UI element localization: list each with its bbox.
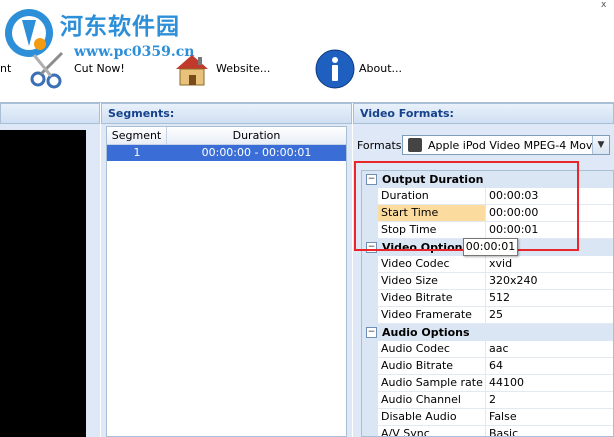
category-audio-options[interactable]: − Audio Options	[362, 324, 613, 341]
property-value[interactable]: 00:00:03	[486, 188, 613, 205]
property-name: Audio Bitrate	[378, 358, 486, 375]
collapse-toggle-icon[interactable]: −	[366, 242, 377, 253]
property-value[interactable]: aac	[486, 341, 613, 358]
segment-number: 1	[133, 146, 141, 159]
category-label: Audio Options	[382, 326, 470, 339]
property-name: Audio Channel	[378, 392, 486, 409]
info-icon	[315, 49, 355, 89]
property-row-video-codec[interactable]: Video Codec xvid	[362, 256, 613, 273]
property-row-audio-bitrate[interactable]: Audio Bitrate 64	[362, 358, 613, 375]
scissors-icon	[30, 51, 64, 89]
website-label[interactable]: Website...	[216, 62, 270, 75]
property-name: Duration	[378, 188, 486, 205]
row-gutter	[362, 205, 378, 222]
property-row-video-framerate[interactable]: Video Framerate 25	[362, 307, 613, 324]
property-value[interactable]: 00:00:00	[486, 205, 613, 222]
property-row-audio-codec[interactable]: Audio Codec aac	[362, 341, 613, 358]
toolbar-partial-button-label[interactable]: nt	[0, 62, 11, 75]
row-gutter	[362, 426, 378, 436]
row-gutter	[362, 256, 378, 273]
collapse-toggle-icon[interactable]: −	[366, 327, 377, 338]
segments-header: Segments:	[101, 103, 352, 124]
cut-now-button[interactable]	[28, 44, 70, 94]
column-header-segment[interactable]: Segment	[107, 127, 167, 144]
tooltip: 00:00:01	[463, 238, 518, 256]
about-label[interactable]: About...	[359, 62, 402, 75]
category-label: Video Options	[382, 241, 470, 254]
row-gutter	[362, 290, 378, 307]
video-formats-header: Video Formats:	[353, 103, 614, 124]
property-name: Video Bitrate	[378, 290, 486, 307]
property-name: Disable Audio	[378, 409, 486, 426]
property-value[interactable]: False	[486, 409, 613, 426]
property-value[interactable]: 320x240	[486, 273, 613, 290]
row-gutter	[362, 273, 378, 290]
segment-duration: 00:00:00 - 00:00:01	[201, 146, 312, 159]
category-label: Output Duration	[382, 173, 484, 186]
property-name: Video Codec	[378, 256, 486, 273]
chevron-down-icon[interactable]: ▼	[592, 136, 609, 154]
segments-table[interactable]: Segment Duration 1 00:00:00 - 00:00:01	[106, 126, 347, 437]
property-row-duration[interactable]: Duration 00:00:03	[362, 188, 613, 205]
property-row-start-time[interactable]: Start Time 00:00:00	[362, 205, 613, 222]
row-gutter	[362, 307, 378, 324]
property-value[interactable]: 512	[486, 290, 613, 307]
property-value[interactable]: 2	[486, 392, 613, 409]
formats-selected-value: Apple iPod Video MPEG-4 Movie (	[428, 138, 592, 152]
property-row-av-sync[interactable]: A/V Sync Basic	[362, 426, 613, 436]
row-gutter	[362, 392, 378, 409]
property-value[interactable]: Basic	[486, 426, 613, 436]
property-value[interactable]: 44100	[486, 375, 613, 392]
property-name: Video Framerate	[378, 307, 486, 324]
property-value[interactable]: xvid	[486, 256, 613, 273]
property-name: Stop Time	[378, 222, 486, 239]
video-preview	[0, 130, 86, 437]
row-gutter	[362, 188, 378, 205]
property-name: Audio Sample rate	[378, 375, 486, 392]
close-icon[interactable]: x	[601, 0, 606, 10]
property-value[interactable]: 00:00:01	[486, 222, 613, 239]
collapse-toggle-icon[interactable]: −	[366, 174, 377, 185]
property-row-video-bitrate[interactable]: Video Bitrate 512	[362, 290, 613, 307]
property-value[interactable]: 64	[486, 358, 613, 375]
row-gutter	[362, 222, 378, 239]
segments-table-header: Segment Duration	[107, 127, 346, 145]
row-gutter	[362, 375, 378, 392]
property-name: Audio Codec	[378, 341, 486, 358]
row-gutter	[362, 409, 378, 426]
row-gutter	[362, 341, 378, 358]
row-gutter	[362, 358, 378, 375]
property-row-audio-sample-rate[interactable]: Audio Sample rate 44100	[362, 375, 613, 392]
property-row-audio-channel[interactable]: Audio Channel 2	[362, 392, 613, 409]
property-name: A/V Sync	[378, 426, 486, 436]
ipod-icon	[408, 138, 422, 152]
watermark-title: 河东软件园	[60, 14, 180, 40]
property-name: Video Size	[378, 273, 486, 290]
property-name: Start Time	[378, 205, 486, 222]
property-row-video-size[interactable]: Video Size 320x240	[362, 273, 613, 290]
property-row-disable-audio[interactable]: Disable Audio False	[362, 409, 613, 426]
category-output-duration[interactable]: − Output Duration	[362, 171, 613, 188]
website-button[interactable]	[172, 44, 212, 94]
table-row[interactable]: 1 00:00:00 - 00:00:01	[107, 145, 346, 161]
property-value[interactable]: 25	[486, 307, 613, 324]
about-button[interactable]	[314, 44, 356, 94]
formats-label: Formats:	[357, 139, 406, 152]
column-header-duration[interactable]: Duration	[167, 127, 346, 144]
toolbar: 河东软件园 www.pc0359.cn nt Cut Now! Website.…	[0, 0, 614, 103]
house-icon	[176, 55, 208, 86]
preview-panel-header	[0, 103, 100, 124]
property-row-stop-time[interactable]: Stop Time 00:00:01	[362, 222, 613, 239]
property-grid[interactable]: − Output Duration Duration 00:00:03 Star…	[361, 170, 614, 437]
cut-now-label[interactable]: Cut Now!	[74, 62, 125, 75]
formats-dropdown[interactable]: Apple iPod Video MPEG-4 Movie ( ▼	[402, 135, 610, 155]
